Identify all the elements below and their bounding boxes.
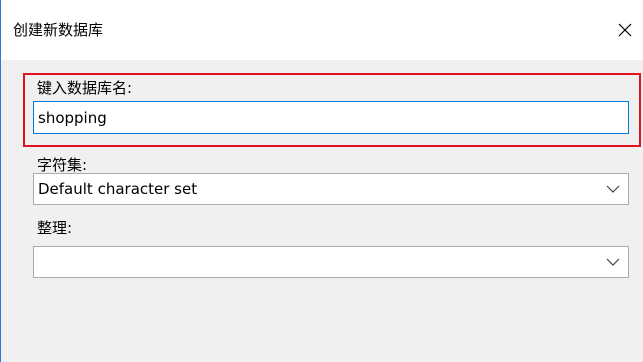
charset-label: 字符集: xyxy=(37,156,88,174)
create-database-dialog: 创建新数据库 键入数据库名: 字符集: Default character se… xyxy=(0,0,643,362)
highlight-annotation xyxy=(23,73,641,147)
close-button[interactable] xyxy=(607,14,643,46)
collation-label: 整理: xyxy=(37,219,73,237)
charset-select-value: Default character set xyxy=(38,180,198,198)
chevron-down-icon xyxy=(606,258,620,266)
charset-select[interactable]: Default character set xyxy=(33,173,629,205)
close-icon xyxy=(618,23,632,37)
dialog-title: 创建新数据库 xyxy=(13,21,104,39)
collation-select[interactable] xyxy=(33,246,629,278)
title-bar: 创建新数据库 xyxy=(1,0,643,60)
chevron-down-icon xyxy=(606,185,620,193)
